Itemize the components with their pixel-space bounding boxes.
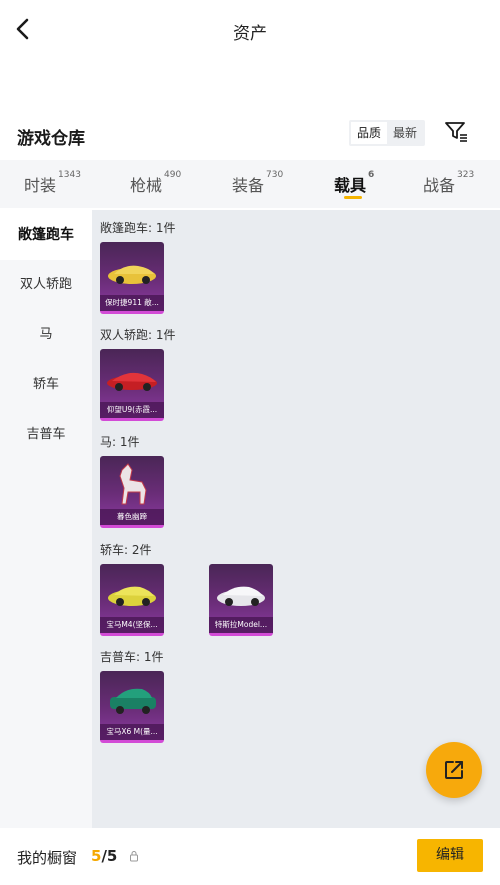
- vehicle-card-tesla-model[interactable]: 特斯拉Model...: [209, 564, 273, 636]
- sidebar-item-sedan[interactable]: 轿车: [0, 360, 92, 410]
- sidebar-item-coupe[interactable]: 双人轿跑: [0, 260, 92, 310]
- active-tab-indicator: [344, 196, 362, 199]
- group-label-coupe: 双人轿跑: 1件: [100, 328, 176, 342]
- external-link-icon: [445, 761, 463, 779]
- tab-equipment[interactable]: 装备730: [232, 170, 283, 196]
- group-label-horse: 马: 1件: [100, 435, 140, 449]
- sort-newest-option[interactable]: 最新: [387, 122, 423, 144]
- vehicle-card-twilight-hoof[interactable]: 暮色幽蹄: [100, 456, 164, 528]
- showcase-bar: 我的橱窗 5/5 编辑: [0, 828, 500, 885]
- vehicle-name: 宝马M4(坚保...: [100, 617, 164, 633]
- car-icon: [110, 688, 156, 714]
- vehicle-card-bmw-x6m[interactable]: 宝马X6 M(量...: [100, 671, 164, 743]
- group-label-sedan: 轿车: 2件: [100, 543, 152, 557]
- category-tabs: 时装1343 枪械490 装备730 载具6 战备323: [0, 160, 500, 208]
- horse-icon: [119, 463, 147, 505]
- vehicle-name: 暮色幽蹄: [100, 509, 164, 525]
- tab-vehicles[interactable]: 载具6: [334, 170, 374, 196]
- vehicle-list: 敞篷跑车: 1件 保时捷911 敞... 双人轿跑: 1件 仰望U9(赤霞...…: [92, 210, 500, 828]
- vehicle-name: 保时捷911 敞...: [100, 295, 164, 311]
- car-icon: [108, 265, 156, 284]
- vehicle-card-yangwang-u9[interactable]: 仰望U9(赤霞...: [100, 349, 164, 421]
- showcase-count: 5/5: [91, 847, 118, 865]
- car-icon: [108, 586, 156, 606]
- vehicle-type-sidebar: 敞篷跑车 双人轿跑 马 轿车 吉普车: [0, 210, 92, 828]
- top-bar: 资产: [0, 0, 500, 60]
- tab-supplies[interactable]: 战备323: [423, 170, 474, 196]
- vehicle-name: 宝马X6 M(量...: [100, 724, 164, 740]
- car-icon: [107, 372, 157, 391]
- page-title: 资产: [233, 24, 267, 44]
- showcase-label: 我的橱窗: [17, 849, 78, 867]
- vehicle-name: 特斯拉Model...: [209, 617, 273, 633]
- vehicle-card-porsche-911[interactable]: 保时捷911 敞...: [100, 242, 164, 314]
- filter-icon[interactable]: [444, 120, 468, 144]
- sidebar-item-horse[interactable]: 马: [0, 310, 92, 360]
- car-icon: [217, 586, 265, 606]
- vehicle-card-bmw-m4[interactable]: 宝马M4(坚保...: [100, 564, 164, 636]
- share-button[interactable]: [426, 742, 482, 798]
- sidebar-item-jeep[interactable]: 吉普车: [0, 410, 92, 460]
- edit-button[interactable]: 编辑: [417, 839, 483, 872]
- sidebar-item-convertible[interactable]: 敞篷跑车: [0, 210, 92, 260]
- sort-toggle: 品质 最新: [349, 120, 425, 146]
- warehouse-header: 游戏仓库 品质 最新: [0, 118, 500, 152]
- lock-icon: [130, 851, 138, 862]
- tab-fashion[interactable]: 时装1343: [24, 170, 81, 196]
- vehicle-name: 仰望U9(赤霞...: [100, 402, 164, 418]
- tab-weapons[interactable]: 枪械490: [130, 170, 181, 196]
- warehouse-title: 游戏仓库: [17, 129, 85, 149]
- group-label-convertible: 敞篷跑车: 1件: [100, 221, 176, 235]
- sort-quality-option[interactable]: 品质: [351, 122, 387, 144]
- group-label-jeep: 吉普车: 1件: [100, 650, 164, 664]
